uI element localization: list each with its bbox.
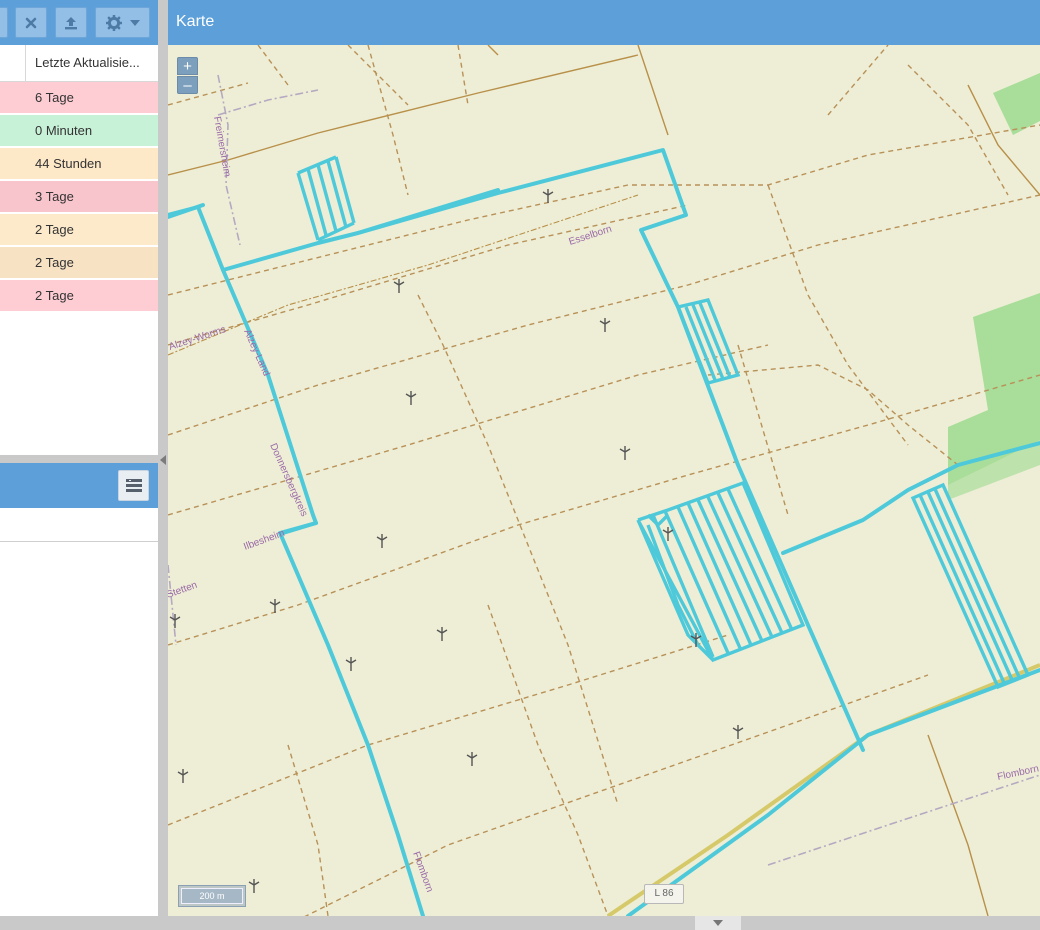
map-title: Karte <box>176 13 215 30</box>
list-item[interactable]: 0 Minuten <box>0 115 158 147</box>
label-alzey-worms: Alzey-Worms <box>168 324 227 353</box>
list-item[interactable]: 2 Tage <box>0 214 158 246</box>
bottom-splitter[interactable] <box>0 916 1040 930</box>
app-root: Letzte Aktualisie... 6 Tage 0 Minuten 44 S… <box>0 0 1040 930</box>
scale-bar: 200 m <box>178 885 246 907</box>
map-labels: Freimersheim Esselborn Alzey-Worms Alzey… <box>168 116 1040 894</box>
last-update-value: 0 Minuten <box>35 123 93 138</box>
work-zone-4 <box>910 482 1031 690</box>
list-item[interactable]: 44 Stunden <box>0 148 158 180</box>
work-zone-2 <box>675 298 741 386</box>
last-update-value: 2 Tage <box>35 288 74 303</box>
list-item[interactable]: 2 Tage <box>0 247 158 279</box>
last-update-value: 44 Stunden <box>35 156 102 171</box>
map-canvas[interactable]: Freimersheim Esselborn Alzey-Worms Alzey… <box>168 45 1040 916</box>
details-panel <box>0 463 158 916</box>
map-view[interactable]: Freimersheim Esselborn Alzey-Worms Alzey… <box>168 45 1040 916</box>
last-update-value: 2 Tage <box>35 255 74 270</box>
road-shield: L 86 <box>644 884 684 904</box>
last-update-value: 2 Tage <box>35 222 74 237</box>
label-alzey-land: Alzey-Land <box>241 328 271 378</box>
label-freimersheim: Freimersheim <box>211 116 232 178</box>
label-stetten: Stetten <box>168 580 199 601</box>
caret-down-icon <box>713 920 723 926</box>
settings-dropdown-button[interactable] <box>95 7 150 38</box>
vehicle-list-panel: Letzte Aktualisie... 6 Tage 0 Minuten 44 S… <box>0 0 158 455</box>
panel-divider[interactable] <box>0 455 158 463</box>
last-update-value: 6 Tage <box>35 90 74 105</box>
label-esselborn: Esselborn <box>568 224 614 248</box>
zoom-in-button[interactable]: + <box>177 57 198 75</box>
road-l86 <box>606 663 1040 916</box>
caret-down-icon <box>129 19 140 26</box>
details-filter-field[interactable] <box>0 508 158 542</box>
upload-icon <box>65 16 77 29</box>
gps-tracks <box>168 148 1040 916</box>
list-item[interactable]: 6 Tage <box>0 82 158 114</box>
caret-left-icon <box>160 455 166 465</box>
toolbar-button-partial[interactable] <box>0 7 8 38</box>
list-toolbar <box>0 0 158 45</box>
details-panel-header <box>0 463 158 508</box>
list-icon <box>125 479 142 492</box>
column-separator <box>25 45 26 81</box>
collapse-left-handle[interactable] <box>158 452 168 468</box>
gear-icon <box>105 14 122 31</box>
panel-menu-button[interactable] <box>118 470 149 501</box>
export-button[interactable] <box>55 7 87 38</box>
work-zone-3 <box>636 480 806 663</box>
work-zone-1 <box>296 155 356 242</box>
close-icon <box>25 17 37 28</box>
zoom-out-button[interactable]: – <box>177 76 198 94</box>
column-header-label: Letzte Aktualisie... <box>35 55 140 70</box>
scale-label: 200 m <box>181 888 243 904</box>
last-update-value: 3 Tage <box>35 189 74 204</box>
map-panel-header: Karte <box>168 0 1040 45</box>
column-header-last-update[interactable]: Letzte Aktualisie... <box>0 45 158 82</box>
label-ilbesheim: Ilbesheim <box>242 528 286 553</box>
list-item[interactable]: 2 Tage <box>0 280 158 312</box>
remove-button[interactable] <box>15 7 47 38</box>
list-item[interactable]: 3 Tage <box>0 181 158 213</box>
label-flomborn-east: Flomborn <box>996 763 1040 783</box>
collapse-bottom-handle[interactable] <box>695 916 741 930</box>
